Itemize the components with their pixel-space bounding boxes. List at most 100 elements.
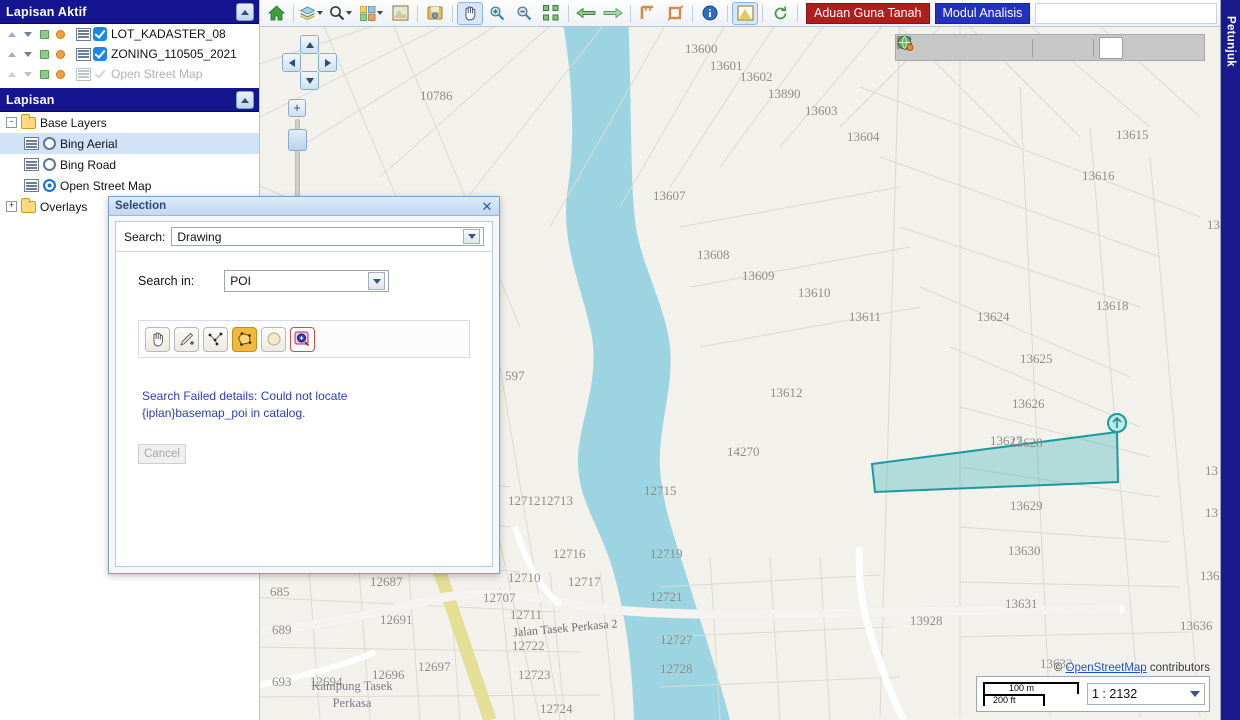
refresh-icon[interactable] <box>767 2 793 25</box>
arrow-right-icon <box>324 58 331 67</box>
move-up-icon[interactable] <box>4 66 20 82</box>
search-dropdown-button[interactable] <box>463 229 480 244</box>
layer-visibility-checkbox[interactable] <box>93 27 107 41</box>
zoom-select-tool-icon[interactable] <box>290 326 315 352</box>
zoom-to-layer-icon[interactable] <box>36 66 52 82</box>
globe-refresh-icon[interactable] <box>897 35 1201 59</box>
pan-hand-tool-icon[interactable] <box>145 326 170 352</box>
map-pan-control[interactable] <box>282 35 337 91</box>
expander-icon[interactable]: + <box>6 201 17 212</box>
move-down-icon[interactable] <box>20 26 36 42</box>
move-down-icon[interactable] <box>20 46 36 62</box>
active-layer-row[interactable]: LOT_KADASTER_08 <box>0 24 259 44</box>
layer-legend-icon[interactable] <box>24 158 39 171</box>
layer-legend-icon[interactable] <box>76 47 91 61</box>
pan-up-button[interactable] <box>300 35 319 54</box>
edit-pencil-icon[interactable] <box>898 36 1062 59</box>
select-rectangle-icon[interactable] <box>897 36 1123 59</box>
home-icon[interactable] <box>263 2 289 25</box>
zoom-in-button[interactable]: + <box>288 99 306 117</box>
openstreetmap-link[interactable]: OpenStreetMap <box>1066 662 1147 674</box>
layer-legend-icon[interactable] <box>24 179 39 192</box>
petunjuk-side-panel[interactable]: Petunjuk <box>1220 0 1240 720</box>
active-layer-row[interactable]: ZONING_110505_2021 <box>0 44 259 64</box>
search-in-select[interactable]: POI <box>224 270 390 292</box>
search-input[interactable]: Drawing <box>171 227 484 246</box>
map-lot-label: 13636 <box>1180 618 1213 633</box>
layer-legend-icon[interactable] <box>24 137 39 150</box>
save-icon[interactable] <box>422 2 448 25</box>
map-lot-label: 13617 <box>1207 217 1220 232</box>
search-icon[interactable] <box>325 2 355 25</box>
add-polygon-icon[interactable] <box>897 36 975 59</box>
remove-layer-icon[interactable] <box>52 46 68 62</box>
search-value: Drawing <box>177 229 222 244</box>
basemap-radio[interactable] <box>43 179 56 192</box>
zoom-in-icon[interactable] <box>484 2 510 25</box>
dialog-titlebar[interactable]: Selection ✕ <box>109 197 499 216</box>
basemap-radio[interactable] <box>43 158 56 171</box>
close-icon[interactable]: ✕ <box>480 199 494 213</box>
map-lot-label: 13604 <box>847 129 880 144</box>
move-up-icon[interactable] <box>4 46 20 62</box>
active-layers-collapse-button[interactable] <box>236 3 254 21</box>
measure-distance-icon[interactable] <box>635 2 661 25</box>
layer-legend-icon[interactable] <box>76 67 91 81</box>
expander-icon[interactable]: - <box>6 117 17 128</box>
add-line-icon[interactable] <box>897 36 949 59</box>
zoom-to-layer-icon[interactable] <box>36 26 52 42</box>
layer-legend-icon[interactable] <box>76 27 91 41</box>
layers-icon[interactable] <box>298 2 324 25</box>
chevron-down-icon[interactable] <box>345 11 352 15</box>
zoom-slider-handle[interactable] <box>288 129 307 151</box>
draw-line-tool-icon[interactable] <box>203 326 228 352</box>
active-layer-row[interactable]: Open Street Map <box>0 64 259 84</box>
identify-icon[interactable] <box>697 2 723 25</box>
draw-point-tool-icon[interactable] <box>174 326 199 352</box>
tree-node-bing-aerial[interactable]: Bing Aerial <box>0 133 259 154</box>
basemap-radio[interactable] <box>43 137 56 150</box>
clear-selection-icon[interactable] <box>897 36 1175 59</box>
next-extent-icon[interactable] <box>600 2 626 25</box>
measure-area-icon[interactable] <box>662 2 688 25</box>
search-in-dropdown-button[interactable] <box>368 272 386 290</box>
modul-analisis-button[interactable]: Modul Analisis <box>934 2 1031 24</box>
tree-node-base-layers[interactable]: - Base Layers <box>0 112 259 133</box>
pan-hand-icon[interactable] <box>457 1 483 25</box>
pan-left-button[interactable] <box>282 53 301 72</box>
selection-dialog[interactable]: Selection ✕ Search: Drawing Search in: P… <box>108 196 500 574</box>
draw-circle-tool-icon[interactable] <box>261 326 286 352</box>
zoom-full-extent-icon[interactable] <box>538 2 564 25</box>
layer-visibility-checkbox[interactable] <box>93 47 107 61</box>
move-up-icon[interactable] <box>4 26 20 42</box>
add-rectangle-icon[interactable] <box>896 37 1027 59</box>
select-feature-icon[interactable] <box>732 1 758 25</box>
tree-node-bing-road[interactable]: Bing Road <box>0 154 259 175</box>
map-lot-label: 13612 <box>770 385 803 400</box>
pan-down-button[interactable] <box>300 71 319 90</box>
edit-vertices-icon[interactable] <box>897 36 1088 59</box>
legend-icon[interactable] <box>356 2 386 25</box>
chevron-down-icon[interactable] <box>1190 691 1200 697</box>
add-freehand-icon[interactable] <box>896 36 1001 59</box>
move-feature-icon[interactable] <box>898 36 1149 59</box>
chevron-down-icon[interactable] <box>317 11 323 15</box>
map-export-icon[interactable] <box>387 2 413 25</box>
map-lot-label: 12715 <box>644 483 677 498</box>
previous-extent-icon[interactable] <box>573 2 599 25</box>
tree-node-open-street-map[interactable]: Open Street Map <box>0 175 259 196</box>
chevron-down-icon[interactable] <box>376 11 383 15</box>
remove-layer-icon[interactable] <box>52 26 68 42</box>
cancel-button[interactable]: Cancel <box>138 444 186 464</box>
aduan-guna-tanah-button[interactable]: Aduan Guna Tanah <box>806 2 930 24</box>
layer-visibility-checkbox[interactable] <box>93 67 107 81</box>
scale-dropdown[interactable]: 1 : 2132 <box>1087 683 1205 705</box>
zoom-to-layer-icon[interactable] <box>36 46 52 62</box>
map-lot-label: 685 <box>270 584 290 599</box>
pan-right-button[interactable] <box>318 53 337 72</box>
layers-collapse-button[interactable] <box>236 91 254 109</box>
draw-polygon-tool-icon[interactable] <box>232 326 257 352</box>
move-down-icon[interactable] <box>20 66 36 82</box>
remove-layer-icon[interactable] <box>52 66 68 82</box>
zoom-out-icon[interactable] <box>511 2 537 25</box>
